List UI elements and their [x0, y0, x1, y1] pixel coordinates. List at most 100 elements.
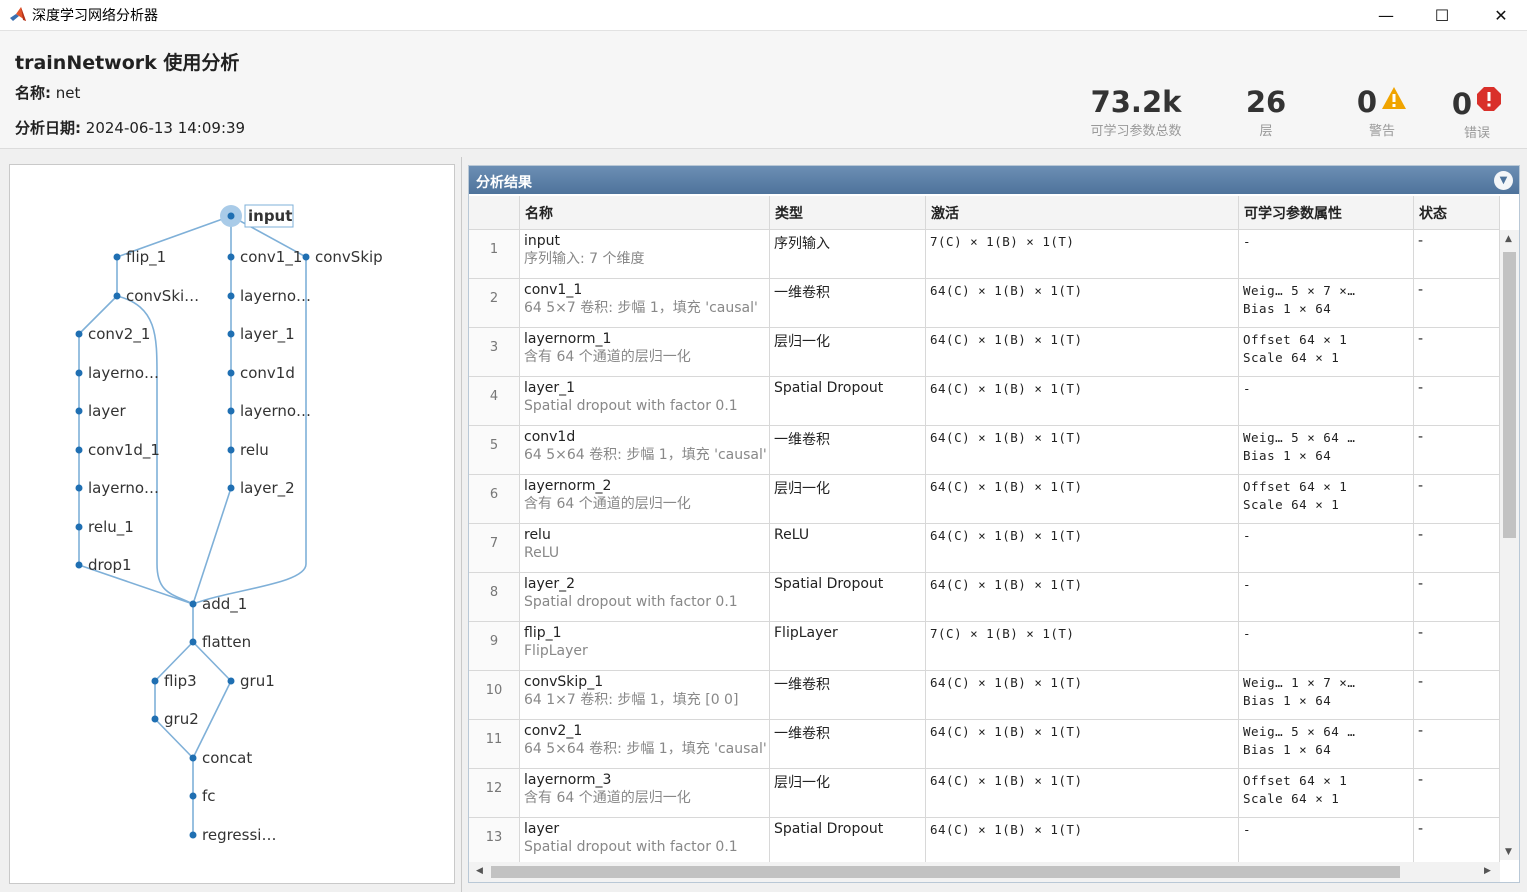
table-row[interactable]: 8 layer_2 Spatial dropout with factor 0.1 S… — [469, 573, 1500, 622]
table-row[interactable]: 6 layernorm_2 含有 64 个通道的层归一化 层归一化 64(C) × 1(… — [469, 475, 1500, 524]
table-row[interactable]: 12 layernorm_3 含有 64 个通道的层归一化 层归一化 64(C) × 1… — [469, 769, 1500, 818]
node-dot[interactable] — [75, 330, 83, 338]
collapse-chevron-icon[interactable]: ▼ — [1494, 171, 1513, 190]
node-dot[interactable] — [227, 446, 235, 454]
graph-node-conv1d_1[interactable]: conv1d_1 — [75, 441, 160, 460]
scroll-right-icon[interactable]: ▶ — [1484, 866, 1491, 876]
node-dot[interactable] — [75, 446, 83, 454]
close-button[interactable]: ✕ — [1478, 0, 1524, 31]
graph-node-gru2[interactable]: gru2 — [151, 710, 199, 728]
scroll-down-icon[interactable]: ▼ — [1505, 847, 1512, 857]
node-dot[interactable] — [227, 292, 235, 300]
node-dot[interactable] — [227, 369, 235, 377]
network-graph[interactable]: input flip_1 conv1_1 convSkip convSki… layern… — [10, 165, 454, 883]
horizontal-scrollbar[interactable]: ◀ ▶ — [469, 862, 1500, 882]
node-dot[interactable] — [75, 369, 83, 377]
node-dot[interactable] — [151, 677, 159, 685]
results-panel-header: 分析结果 ▼ — [469, 166, 1519, 194]
col-header-activation[interactable]: 激活 — [926, 196, 1239, 230]
node-dot[interactable] — [227, 330, 235, 338]
graph-node-layer[interactable]: layer — [75, 402, 127, 420]
node-dot[interactable] — [227, 677, 235, 685]
params-label: 可学习参数总数 — [1090, 124, 1182, 139]
node-label: relu_1 — [88, 518, 134, 537]
table-row[interactable]: 2 conv1_1 64 5×7 卷积: 步幅 1，填充 'causal' 一维卷积 6… — [469, 279, 1500, 328]
panel-splitter[interactable] — [461, 157, 462, 892]
cell-status: - — [1414, 426, 1500, 474]
table-row[interactable]: 11 conv2_1 64 5×64 卷积: 步幅 1，填充 'causal' 一维卷… — [469, 720, 1500, 769]
cell-status: - — [1414, 230, 1500, 278]
node-dot[interactable] — [227, 212, 235, 220]
node-dot[interactable] — [75, 484, 83, 492]
maximize-button[interactable]: ☐ — [1419, 0, 1465, 31]
node-dot[interactable] — [75, 561, 83, 569]
table-row[interactable]: 10 convSkip_1 64 1×7 卷积: 步幅 1，填充 [0 0] 一维卷积… — [469, 671, 1500, 720]
node-dot[interactable] — [189, 638, 197, 646]
node-dot[interactable] — [189, 831, 197, 839]
node-dot[interactable] — [227, 407, 235, 415]
graph-node-layerno_d[interactable]: layerno… — [75, 479, 160, 497]
col-header-status[interactable]: 状态 — [1414, 196, 1500, 230]
node-dot[interactable] — [113, 253, 121, 261]
col-header-type[interactable]: 类型 — [770, 196, 926, 230]
cell-act: 64(C) × 1(B) × 1(T) — [926, 524, 1239, 572]
node-dot[interactable] — [227, 484, 235, 492]
graph-node-gru1[interactable]: gru1 — [227, 672, 275, 690]
cell-idx: 2 — [469, 279, 520, 327]
stat-warnings[interactable]: 0 警告 — [1346, 86, 1418, 139]
cell-status: - — [1414, 328, 1500, 376]
node-dot[interactable] — [189, 754, 197, 762]
minimize-button[interactable]: — — [1363, 0, 1409, 31]
stat-errors[interactable]: 0 错误 — [1444, 86, 1510, 141]
node-dot[interactable] — [189, 600, 197, 608]
layer-description: 64 5×64 卷积: 步幅 1，填充 'causal' — [524, 447, 767, 463]
graph-node-relu[interactable]: relu — [227, 441, 269, 459]
cell-learnables: - — [1239, 524, 1414, 572]
table-row[interactable]: 13 layer Spatial dropout with factor 0.1 Sp… — [469, 818, 1500, 867]
graph-node-input[interactable]: input — [220, 204, 294, 228]
graph-node-add_1[interactable]: add_1 — [189, 595, 248, 614]
horizontal-scroll-thumb[interactable] — [491, 866, 1400, 878]
layers-label: 层 — [1259, 124, 1273, 139]
table-row[interactable]: 4 layer_1 Spatial dropout with factor 0.1 S… — [469, 377, 1500, 426]
network-graph-panel[interactable]: input flip_1 conv1_1 convSkip convSki… layern… — [9, 164, 455, 884]
cell-name: layernorm_1 含有 64 个通道的层归一化 — [520, 328, 770, 376]
graph-node-layerno_c[interactable]: layerno… — [75, 364, 160, 382]
table-row[interactable]: 9 flip_1 FlipLayer FlipLayer 7(C) × 1(B) × 1… — [469, 622, 1500, 671]
graph-node-layer_1[interactable]: layer_1 — [227, 325, 295, 344]
graph-node-concat[interactable]: concat — [189, 749, 253, 767]
node-dot[interactable] — [302, 253, 310, 261]
cell-learnables: Weig… 1 × 7 ×… Bias 1 × 64 — [1239, 671, 1414, 719]
node-dot[interactable] — [151, 715, 159, 723]
scroll-up-icon[interactable]: ▲ — [1505, 234, 1512, 244]
graph-node-flip_1[interactable]: flip_1 — [113, 248, 167, 267]
col-header-learnables[interactable]: 可学习参数属性 — [1239, 196, 1414, 230]
graph-edge — [192, 487, 232, 605]
graph-node-relu_1[interactable]: relu_1 — [75, 518, 134, 537]
node-dot[interactable] — [75, 523, 83, 531]
graph-node-conv2_1[interactable]: conv2_1 — [75, 325, 151, 344]
node-dot[interactable] — [113, 292, 121, 300]
vertical-scroll-thumb[interactable] — [1503, 252, 1516, 538]
vertical-scrollbar[interactable]: ▲ ▼ — [1500, 230, 1519, 860]
graph-node-convSki[interactable]: convSki… — [113, 287, 200, 305]
node-dot[interactable] — [227, 253, 235, 261]
graph-node-conv1d[interactable]: conv1d — [227, 364, 295, 382]
graph-node-conv1_1[interactable]: conv1_1 — [227, 248, 303, 267]
node-dot[interactable] — [75, 407, 83, 415]
table-row[interactable]: 1 input 序列输入: 7 个维度 序列输入 7(C) × 1(B) × 1(T) -… — [469, 230, 1500, 279]
graph-node-layerno_a[interactable]: layerno… — [227, 287, 312, 305]
graph-node-flip3[interactable]: flip3 — [151, 672, 197, 690]
table-row[interactable]: 3 layernorm_1 含有 64 个通道的层归一化 层归一化 64(C) × 1(… — [469, 328, 1500, 377]
graph-node-layerno_b[interactable]: layerno… — [227, 402, 312, 420]
table-row[interactable]: 5 conv1d 64 5×64 卷积: 步幅 1，填充 'causal' 一维卷积 6… — [469, 426, 1500, 475]
cell-idx: 12 — [469, 769, 520, 817]
graph-node-regressi[interactable]: regressi… — [189, 826, 277, 844]
col-header-name[interactable]: 名称 — [520, 196, 770, 230]
scroll-left-icon[interactable]: ◀ — [476, 866, 483, 876]
node-dot[interactable] — [189, 792, 197, 800]
table-row[interactable]: 7 relu ReLU ReLU 64(C) × 1(B) × 1(T) - - — [469, 524, 1500, 573]
graph-node-convSkip[interactable]: convSkip — [302, 248, 383, 266]
graph-node-layer_2[interactable]: layer_2 — [227, 479, 295, 498]
graph-node-drop1[interactable]: drop1 — [75, 556, 132, 574]
